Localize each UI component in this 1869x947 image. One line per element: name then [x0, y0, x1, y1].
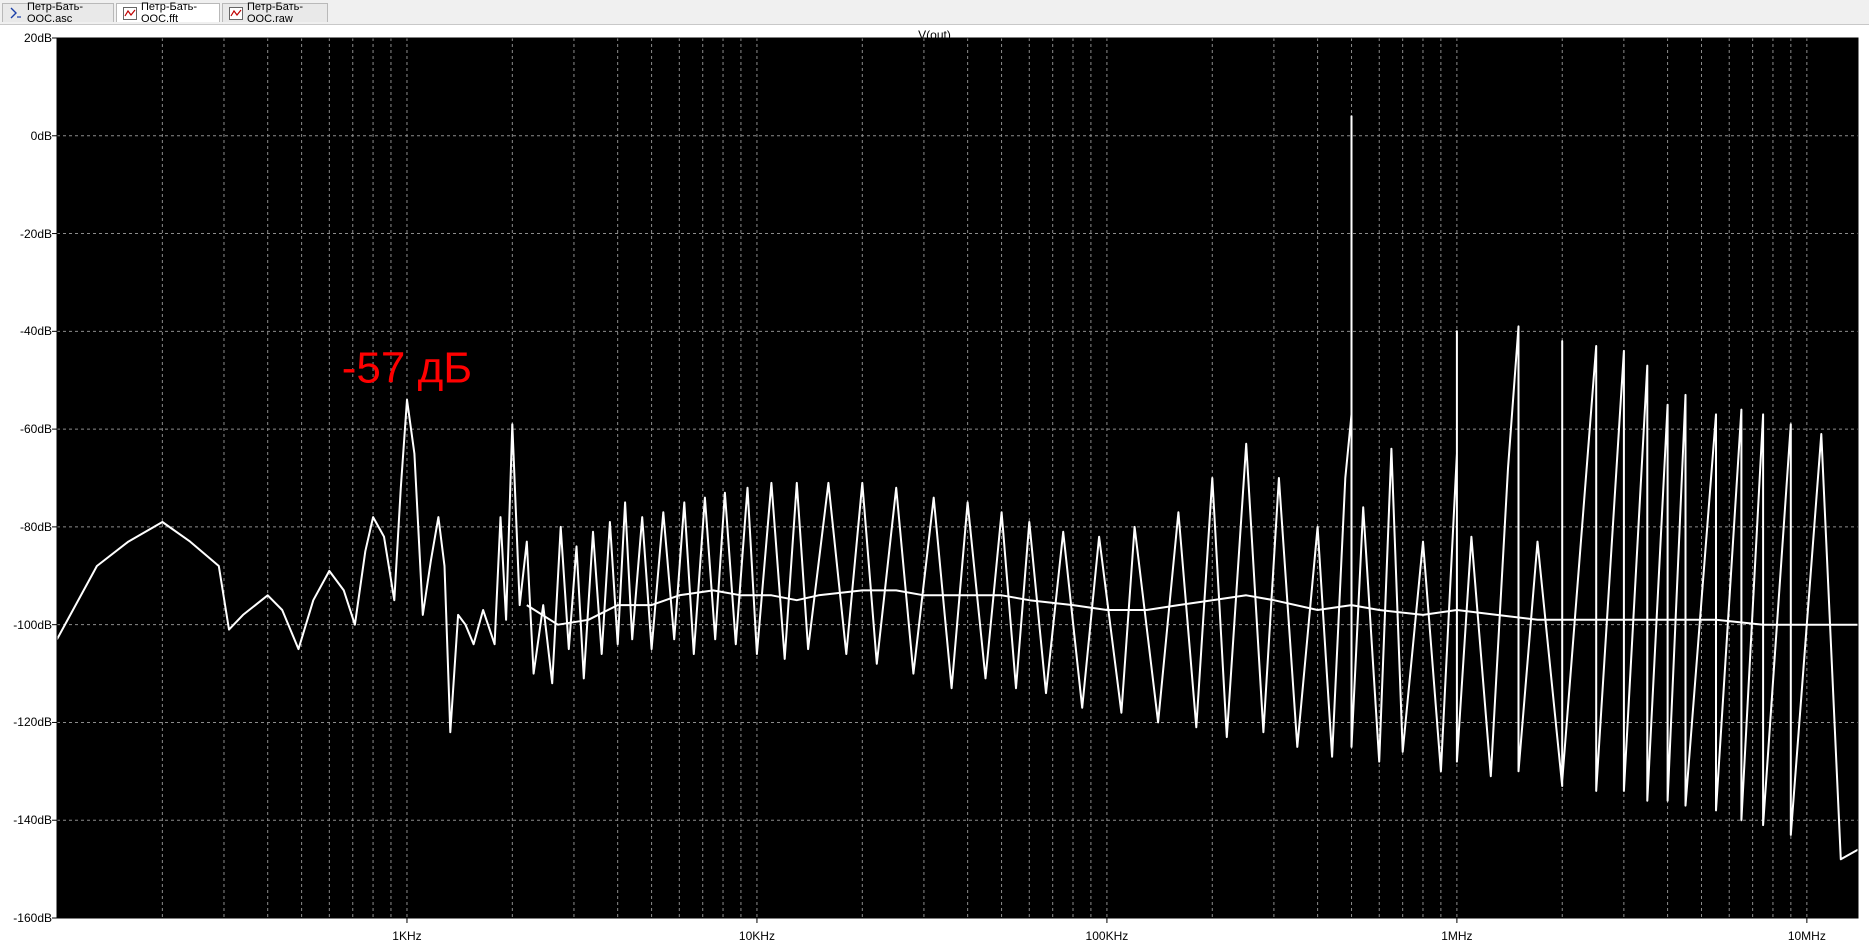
- y-tick-label: -80dB: [19, 519, 52, 534]
- y-tick-label: 0dB: [30, 128, 52, 143]
- y-tick-label: 20dB: [23, 31, 52, 45]
- y-tick-label: -160dB: [13, 911, 52, 925]
- y-tick-label: -140dB: [13, 813, 52, 828]
- plot-area: [57, 38, 1858, 918]
- y-tick-label: -100dB: [13, 617, 52, 632]
- y-tick-label: -60dB: [19, 422, 52, 437]
- x-tick-label: 100KHz: [1085, 929, 1129, 943]
- x-tick-label: 1KHz: [392, 929, 422, 943]
- fft-plot[interactable]: -57 дБ: [0, 0, 1869, 947]
- y-tick-label: -120dB: [13, 715, 52, 730]
- y-tick-label: -20dB: [19, 226, 52, 241]
- x-tick-label: 10MHz: [1787, 929, 1826, 943]
- x-tick-label: 1MHz: [1441, 929, 1473, 943]
- x-tick-label: 10KHz: [738, 929, 775, 943]
- y-tick-label: -40dB: [19, 324, 52, 339]
- peak-annotation: -57 дБ: [342, 343, 472, 392]
